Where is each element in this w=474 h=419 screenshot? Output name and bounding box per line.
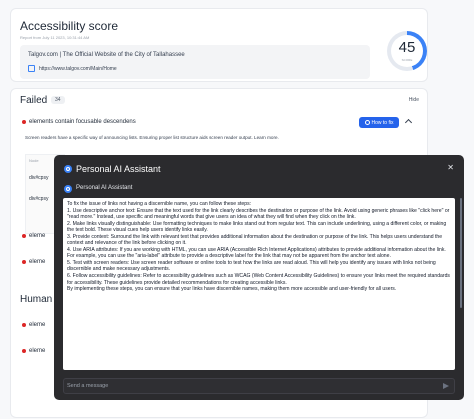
error-dot-icon <box>22 260 26 264</box>
message-input[interactable] <box>67 381 437 391</box>
answer-line: 5. Test with screen readers: Use screen … <box>67 259 436 273</box>
answer-line: 6. Follow accessibility guidelines: Refe… <box>67 273 450 286</box>
message-box <box>63 378 455 394</box>
assistant-name: Personal AI Assistant <box>76 185 133 191</box>
node-label: Node <box>29 158 39 163</box>
error-dot-icon <box>22 120 26 124</box>
score-gauge: 45 SCORE <box>387 31 427 71</box>
answer-line: 4. Use ARIA attributes: If you are worki… <box>67 246 446 260</box>
issue-title: eleme <box>29 259 46 265</box>
issue-title: elements contain focusable descendens <box>29 119 136 125</box>
error-dot-icon <box>22 349 26 353</box>
external-link-icon <box>28 65 35 72</box>
answer-line: 3. Provide context: Surround the link wi… <box>67 233 443 247</box>
how-to-fix-button[interactable]: How to fix <box>359 117 399 128</box>
error-dot-icon <box>22 323 26 327</box>
node-item: div#cpsy <box>29 196 49 202</box>
score-label: SCORE <box>401 58 413 62</box>
score-title: Accessibility score <box>20 19 119 33</box>
answer-line: 2. Make links visually distinguishable: … <box>67 220 447 234</box>
modal-header: Personal AI Assistant ✕ <box>54 155 464 182</box>
human-review-title: Human t <box>20 294 58 305</box>
assistant-header: Personal AI Assistant <box>54 182 464 196</box>
scrollbar[interactable] <box>460 198 462 308</box>
failed-count-badge: 34 <box>51 96 65 104</box>
close-icon[interactable]: ✕ <box>447 163 454 173</box>
how-to-fix-label: How to fix <box>371 119 394 126</box>
hide-button[interactable]: Hide <box>409 97 419 103</box>
answer-line: By implementing these steps, you can ens… <box>67 286 397 293</box>
issue-title: eleme <box>29 233 46 239</box>
send-icon[interactable] <box>443 383 449 389</box>
issue-description: Screen readers have a specific way of an… <box>25 135 279 140</box>
site-name: Talgov.com | The Official Website of the… <box>28 52 185 58</box>
modal-title: Personal AI Assistant <box>76 164 161 174</box>
score-value: 45 <box>398 39 416 56</box>
node-item: div#cpsy <box>29 175 49 181</box>
ai-assistant-modal: Personal AI Assistant ✕ Personal AI Assi… <box>54 155 464 400</box>
assistant-answer: To fix the issue of links not having a d… <box>63 198 455 370</box>
ai-assistant-icon <box>64 165 72 173</box>
site-url-row[interactable]: https://www.talgov.com/Main/Home <box>28 65 117 72</box>
issue-title: eleme <box>29 322 46 328</box>
issue-title: eleme <box>29 348 46 354</box>
ai-assistant-icon <box>364 120 370 125</box>
ai-avatar-icon <box>64 185 72 193</box>
site-info: Talgov.com | The Official Website of the… <box>20 45 370 79</box>
answer-line: 1. Use descriptive anchor text: Ensure t… <box>67 207 450 221</box>
error-dot-icon <box>22 234 26 238</box>
score-card: Accessibility score Report from July 11 … <box>10 8 428 82</box>
report-date: Report from July 11 2023, 10:31:44 AM <box>20 35 90 40</box>
failed-title: Failed <box>20 95 48 106</box>
site-url[interactable]: https://www.talgov.com/Main/Home <box>39 66 117 72</box>
